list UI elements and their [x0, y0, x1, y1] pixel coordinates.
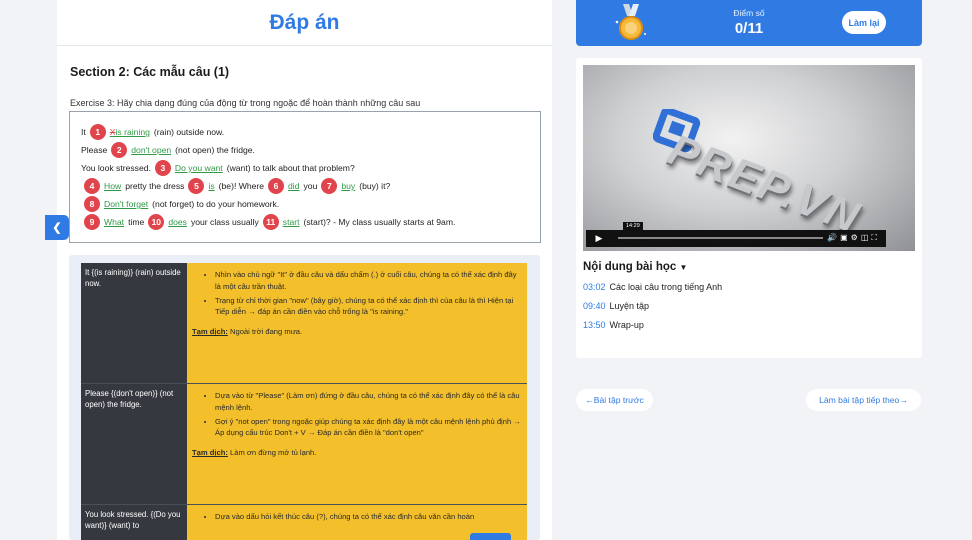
answer-number[interactable]: 6: [268, 178, 285, 194]
explanation-bullet: Trạng từ chỉ thời gian "now" (bây giờ), …: [215, 295, 521, 319]
explanation-bullet: Nhìn vào chủ ngữ "It" ở đầu câu và dấu c…: [215, 269, 521, 293]
answer-number[interactable]: 7: [321, 178, 338, 194]
answer-text: Xis raining: [109, 127, 150, 137]
answer-text: Don't forget: [104, 199, 149, 209]
collapse-panel-button[interactable]: ❮: [45, 215, 69, 240]
explanation-row: Please {(don't open)} (not open) the fri…: [81, 384, 527, 505]
explanation-panel: It {(is raining)} (rain) outside now. Nh…: [69, 255, 540, 540]
answer-text: start: [282, 217, 300, 227]
caret-down-icon: ▼: [679, 263, 688, 272]
answer-number[interactable]: 3: [154, 160, 171, 176]
explanation-sentence: It {(is raining)} (rain) outside now.: [81, 263, 187, 383]
video-progress-bar[interactable]: 🔊▣⚙◫⛶: [612, 229, 886, 247]
lesson-heading[interactable]: Nội dung bài học ▼: [583, 261, 687, 273]
answer-number[interactable]: 2: [111, 142, 128, 158]
answer-text: What: [104, 217, 125, 227]
play-button[interactable]: ▶: [586, 229, 612, 247]
answer-text: does: [168, 217, 187, 227]
answer-text: don't open: [131, 145, 172, 155]
exercise-line-5: 8 Don't forget (not forget) to do your h…: [84, 196, 283, 212]
video-player[interactable]: PREP.VN 14:29 ▶ 🔊▣⚙◫⛶: [583, 65, 915, 251]
lesson-card: PREP.VN 14:29 ▶ 🔊▣⚙◫⛶ Nội dung bài học ▼…: [576, 58, 922, 358]
explanation-bullet: Dựa vào từ "Please" (Làm ơn) đứng ở đầu …: [215, 390, 521, 414]
next-exercise-button[interactable]: Làm bài tập tiếp theo→: [806, 389, 921, 411]
lesson-timestamp[interactable]: 13:50: [583, 320, 606, 330]
explanation-sentence: Please {(don't open)} (not open) the fri…: [81, 384, 187, 504]
explanation-row: You look stressed. {(Do you want)} (want…: [81, 505, 527, 540]
retry-button[interactable]: Làm lại: [842, 11, 886, 34]
exercise-box: It 1 Xis raining (rain) outside now. Ple…: [69, 111, 541, 243]
submit-button[interactable]: [470, 533, 511, 540]
answer-number[interactable]: 11: [262, 214, 279, 230]
play-icon: ▶: [595, 232, 603, 243]
answer-panel: Đáp án Section 2: Các mẫu câu (1) Exerci…: [57, 0, 552, 540]
lesson-timestamp[interactable]: 09:40: [583, 301, 606, 311]
explanation-table: It {(is raining)} (rain) outside now. Nh…: [81, 263, 527, 540]
answer-number[interactable]: 9: [84, 214, 100, 230]
answer-text: How: [104, 181, 122, 191]
answer-number[interactable]: 5: [188, 178, 205, 194]
answer-text: Do you want: [174, 163, 223, 173]
chevron-left-icon: ❮: [52, 222, 62, 234]
exercise-line-4: 4 How pretty the dress 5 is (be)! Where …: [84, 178, 394, 194]
answer-number[interactable]: 10: [148, 214, 165, 230]
previous-exercise-button[interactable]: ←Bài tập trước: [576, 389, 653, 411]
answer-title: Đáp án: [57, 0, 552, 46]
progress-track[interactable]: [618, 237, 824, 239]
explanation-bullet: Gợi ý "not open" trong ngoặc giúp chúng …: [215, 416, 521, 440]
translation: Tạm dịch: Làm ơn đừng mở tủ lạnh.: [192, 448, 317, 458]
exercise-line-3: You look stressed. 3 Do you want (want) …: [81, 160, 359, 176]
answer-text: is: [208, 181, 215, 191]
translation: Tạm dịch: Ngoài trời đang mưa.: [192, 327, 303, 337]
lesson-item[interactable]: 03:02 Các loại câu trong tiếng Anh: [583, 282, 722, 292]
video-controls: ▶ 🔊▣⚙◫⛶: [586, 229, 886, 247]
exercise-line-1: It 1 Xis raining (rain) outside now.: [81, 124, 228, 140]
video-logo: PREP.VN: [661, 125, 868, 243]
explanation-row: It {(is raining)} (rain) outside now. Nh…: [81, 263, 527, 384]
answer-text: did: [288, 181, 300, 191]
explanation-detail: Dựa vào từ "Please" (Làm ơn) đứng ở đầu …: [187, 384, 527, 504]
section-title: Section 2: Các mẫu câu (1): [70, 65, 230, 79]
lesson-timestamp[interactable]: 03:02: [583, 282, 606, 292]
explanation-detail: Nhìn vào chủ ngữ "It" ở đầu câu và dấu c…: [187, 263, 527, 383]
exercise-line-2: Please 2 don't open (not open) the fridg…: [81, 142, 259, 158]
score-card: Điểm số 0/11 Làm lại: [576, 0, 922, 46]
lesson-item[interactable]: 13:50 Wrap-up: [583, 320, 644, 330]
answer-number[interactable]: 1: [89, 124, 106, 140]
lesson-item[interactable]: 09:40 Luyện tập: [583, 301, 649, 311]
answer-text: buy: [341, 181, 356, 191]
player-settings-icons[interactable]: 🔊▣⚙◫⛶: [827, 233, 880, 243]
exercise-title: Exercise 3: Hãy chia dạng đúng của động …: [70, 98, 421, 108]
explanation-bullet: Dựa vào dấu hỏi kết thúc câu (?), chúng …: [215, 511, 521, 523]
answer-number[interactable]: 8: [84, 196, 100, 212]
answer-number[interactable]: 4: [84, 178, 100, 194]
explanation-sentence: You look stressed. {(Do you want)} (want…: [81, 505, 187, 540]
exercise-line-6: 9 What time 10 does your class usually 1…: [84, 214, 459, 230]
